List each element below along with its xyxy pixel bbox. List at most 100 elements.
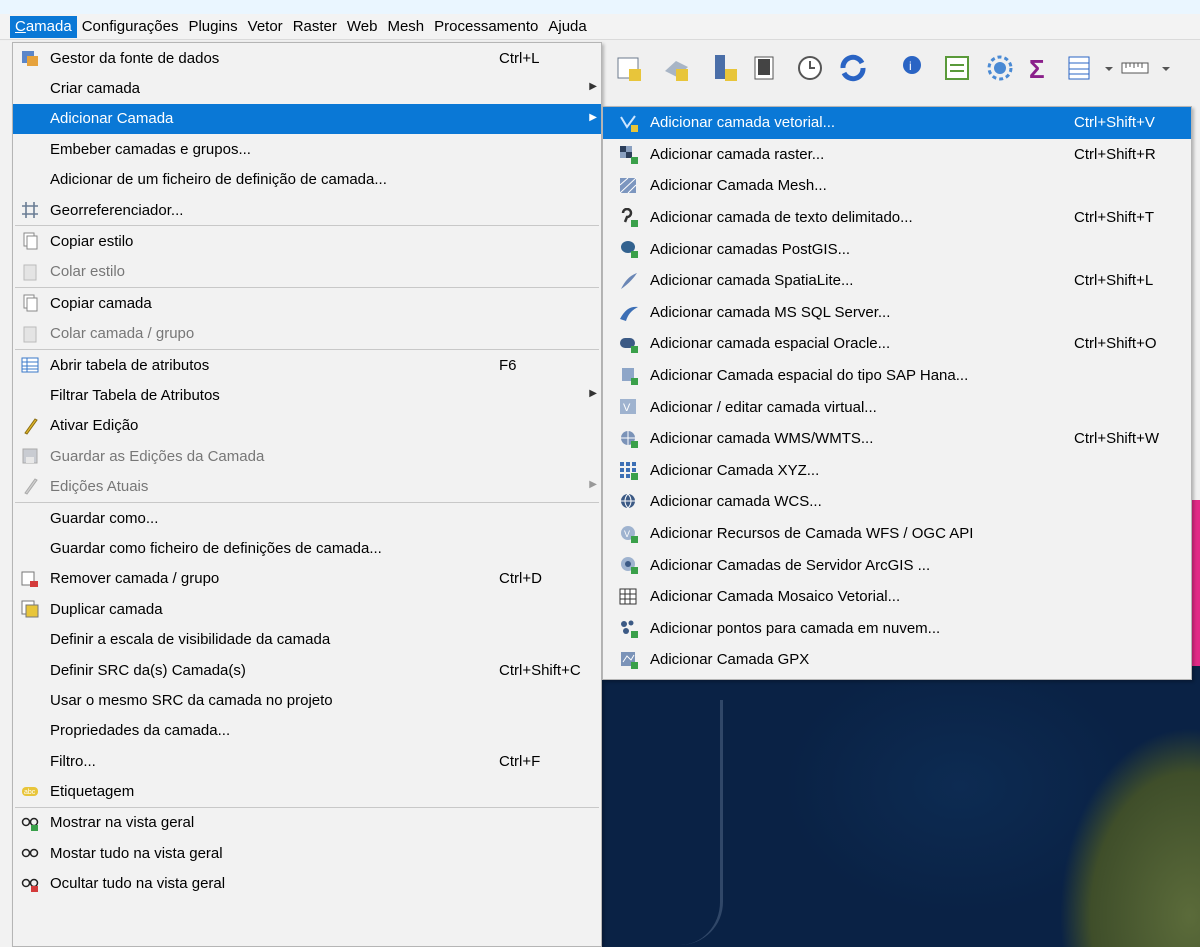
- submenu-item-raster[interactable]: Adicionar camada raster... Ctrl+Shift+R: [603, 139, 1191, 171]
- menu-camada[interactable]: Camada: [10, 15, 77, 38]
- menu-item-filtrar-tabela[interactable]: Filtrar Tabela de Atributos ▶: [13, 380, 601, 410]
- menu-item-guardar-como[interactable]: Guardar como...: [13, 503, 601, 533]
- statistics-sigma-icon[interactable]: Σ: [1025, 53, 1055, 83]
- menu-item-usar-src[interactable]: Usar o mesmo SRC da camada no projeto: [13, 685, 601, 715]
- menu-item-guardar-edicoes[interactable]: Guardar as Edições da Camada: [13, 441, 601, 471]
- menu-item-duplicar-camada[interactable]: Duplicar camada: [13, 594, 601, 624]
- menu-vetor[interactable]: Vetor: [243, 16, 288, 38]
- submenu-item-mssql[interactable]: Adicionar camada MS SQL Server...: [603, 297, 1191, 329]
- copy-style-icon: [21, 232, 39, 250]
- identify-icon[interactable]: i: [900, 53, 930, 83]
- menu-item-label: Georreferenciador...: [50, 201, 184, 219]
- menu-item-label: Filtro...: [50, 752, 96, 770]
- layers-panel-edge: [0, 41, 12, 947]
- menu-item-etiquetagem[interactable]: abc Etiquetagem: [13, 776, 601, 806]
- refresh-icon[interactable]: [838, 53, 868, 83]
- submenu-item-arcgis[interactable]: Adicionar Camadas de Servidor ArcGIS ...: [603, 549, 1191, 581]
- submenu-item-label: Adicionar pontos para camada em nuvem...: [650, 619, 941, 637]
- field-calculator-icon[interactable]: [942, 53, 972, 83]
- menu-item-georreferenciador[interactable]: Georreferenciador...: [13, 195, 601, 225]
- current-edits-icon: [21, 477, 39, 496]
- duplicate-layer-icon: [21, 600, 39, 618]
- vector-tile-icon: [619, 587, 639, 607]
- submenu-item-wcs[interactable]: Adicionar camada WCS...: [603, 486, 1191, 518]
- mssql-icon: [619, 303, 639, 323]
- submenu-item-gpx[interactable]: Adicionar Camada GPX: [603, 644, 1191, 676]
- show-overview-icon: [21, 814, 39, 832]
- menu-processamento[interactable]: Processamento: [429, 16, 543, 38]
- menu-item-abrir-tabela[interactable]: Abrir tabela de atributos F6: [13, 350, 601, 380]
- submenu-item-texto-delimitado[interactable]: Adicionar camada de texto delimitado... …: [603, 202, 1191, 234]
- menu-item-edicoes-atuais[interactable]: Edições Atuais ▶: [13, 471, 601, 501]
- dropdown-arrow-icon[interactable]: [1160, 53, 1172, 83]
- menu-item-mostrar-vista-geral[interactable]: Mostrar na vista geral: [13, 808, 601, 838]
- submenu-item-label: Adicionar camada vetorial...: [650, 114, 836, 132]
- menu-item-escala-visibilidade[interactable]: Definir a escala de visibilidade da cama…: [13, 624, 601, 654]
- menu-item-label: Duplicar camada: [50, 600, 163, 618]
- menu-item-remover-camada[interactable]: Remover camada / grupo Ctrl+D: [13, 564, 601, 594]
- menu-item-filtro[interactable]: Filtro... Ctrl+F: [13, 746, 601, 776]
- menu-item-adicionar-camada[interactable]: Adicionar Camada ▶: [13, 103, 601, 135]
- add-layer-icon[interactable]: [615, 53, 645, 83]
- submenu-item-wfs-ogc[interactable]: V Adicionar Recursos de Camada WFS / OGC…: [603, 518, 1191, 550]
- submenu-item-spatialite[interactable]: Adicionar camada SpatiaLite... Ctrl+Shif…: [603, 265, 1191, 297]
- menu-item-guardar-definicoes[interactable]: Guardar como ficheiro de definições de c…: [13, 533, 601, 563]
- menu-item-embeber-camadas[interactable]: Embeber camadas e grupos...: [13, 134, 601, 164]
- table-icon[interactable]: [1065, 53, 1095, 83]
- data-source-manager-icon: [21, 49, 39, 67]
- submenu-item-mesh[interactable]: Adicionar Camada Mesh...: [603, 170, 1191, 202]
- menu-item-colar-camada[interactable]: Colar camada / grupo: [13, 319, 601, 349]
- postgis-icon: [619, 239, 639, 259]
- clock-icon[interactable]: [795, 53, 825, 83]
- wcs-icon: [619, 492, 639, 512]
- menu-item-criar-camada[interactable]: Criar camada ▶: [13, 73, 601, 103]
- menu-raster[interactable]: Raster: [288, 16, 342, 38]
- measure-icon[interactable]: [1120, 53, 1150, 83]
- submenu-item-wms-wmts[interactable]: Adicionar camada WMS/WMTS... Ctrl+Shift+…: [603, 423, 1191, 455]
- menu-item-label: Guardar as Edições da Camada: [50, 447, 265, 465]
- menu-item-propriedades[interactable]: Propriedades da camada...: [13, 716, 601, 746]
- menu-item-gestor-fonte-dados[interactable]: Gestor da fonte de dados Ctrl+L: [13, 43, 601, 73]
- bookmark-icon[interactable]: [709, 53, 739, 83]
- menu-item-mostrar-tudo-vista-geral[interactable]: Mostar tudo na vista geral: [13, 838, 601, 868]
- menu-item-colar-estilo[interactable]: Colar estilo: [13, 257, 601, 287]
- submenu-arrow-icon: ▶: [589, 479, 597, 491]
- menu-item-definir-src[interactable]: Definir SRC da(s) Camada(s) Ctrl+Shift+C: [13, 655, 601, 685]
- add-raster-icon[interactable]: [662, 53, 692, 83]
- menu-item-adicionar-definicao[interactable]: Adicionar de um ficheiro de definição de…: [13, 165, 601, 195]
- menu-item-label: Guardar como ficheiro de definições de c…: [50, 539, 382, 557]
- pencil-icon: [21, 417, 39, 435]
- menu-ajuda[interactable]: Ajuda: [543, 16, 591, 38]
- map-layer-edge: [1192, 500, 1200, 666]
- submenu-item-label: Adicionar camada WCS...: [650, 493, 822, 511]
- menu-mesh[interactable]: Mesh: [382, 16, 429, 38]
- submenu-item-mosaico-vetorial[interactable]: Adicionar Camada Mosaico Vetorial...: [603, 581, 1191, 613]
- submenu-item-sap-hana[interactable]: Adicionar Camada espacial do tipo SAP Ha…: [603, 360, 1191, 392]
- menu-plugins[interactable]: Plugins: [183, 16, 242, 38]
- submenu-item-xyz[interactable]: Adicionar Camada XYZ...: [603, 455, 1191, 487]
- menu-item-copiar-camada[interactable]: Copiar camada: [13, 288, 601, 318]
- svg-text:i: i: [909, 59, 912, 73]
- remove-layer-icon: [21, 570, 39, 588]
- submenu-item-nuvem-pontos[interactable]: Adicionar pontos para camada em nuvem...: [603, 613, 1191, 645]
- submenu-item-label: Adicionar Camada XYZ...: [650, 461, 820, 479]
- menu-item-copiar-estilo[interactable]: Copiar estilo: [13, 226, 601, 256]
- menu-item-shortcut: Ctrl+F: [499, 752, 541, 770]
- menu-configuracoes[interactable]: Configurações: [77, 16, 184, 38]
- submenu-item-oracle[interactable]: Adicionar camada espacial Oracle... Ctrl…: [603, 328, 1191, 360]
- menu-item-ativar-edicao[interactable]: Ativar Edição: [13, 411, 601, 441]
- menu-item-label: Embeber camadas e grupos...: [50, 140, 251, 158]
- menu-item-label: Colar estilo: [50, 263, 126, 281]
- processing-toolbox-icon[interactable]: [985, 53, 1015, 83]
- menu-item-label: Definir a escala de visibilidade da cama…: [50, 631, 331, 649]
- submenu-item-label: Adicionar camada MS SQL Server...: [650, 303, 891, 321]
- menu-web[interactable]: Web: [342, 16, 383, 38]
- dropdown-arrow-icon[interactable]: [1103, 53, 1115, 83]
- submenu-item-camada-virtual[interactable]: V Adicionar / editar camada virtual...: [603, 391, 1191, 423]
- wfs-icon: V: [619, 524, 639, 544]
- menu-item-ocultar-tudo-vista-geral[interactable]: Ocultar tudo na vista geral: [13, 869, 601, 899]
- attribute-table-icon: [21, 356, 39, 374]
- new-print-layout-icon[interactable]: [750, 53, 780, 83]
- submenu-item-vetorial[interactable]: Adicionar camada vetorial... Ctrl+Shift+…: [603, 107, 1191, 139]
- submenu-item-postgis[interactable]: Adicionar camadas PostGIS...: [603, 233, 1191, 265]
